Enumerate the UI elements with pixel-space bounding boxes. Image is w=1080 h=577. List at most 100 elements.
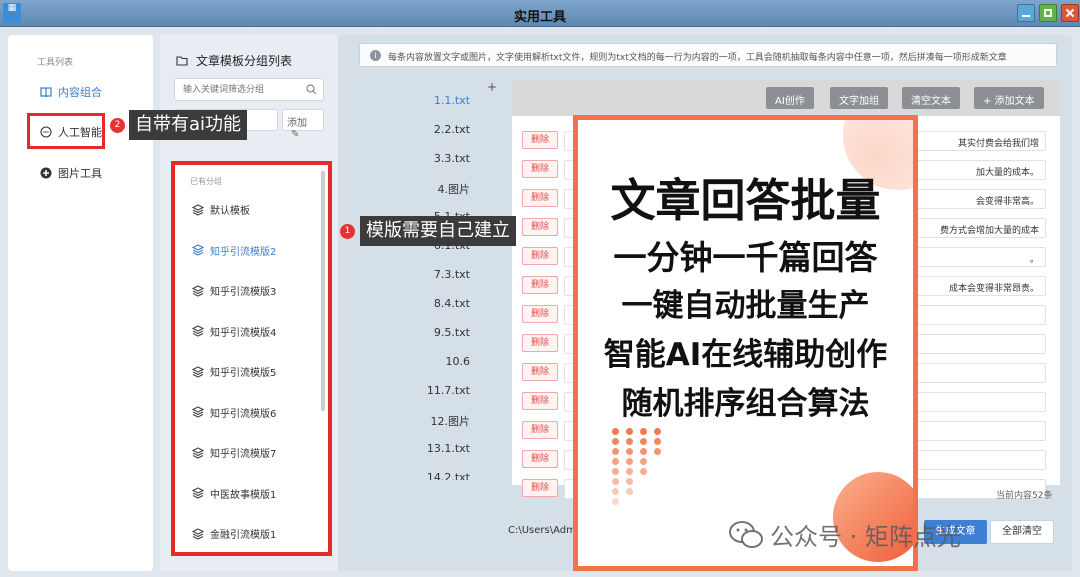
file-item[interactable]: 14.2.txt	[345, 471, 470, 480]
file-item[interactable]: 4.图片	[345, 181, 471, 197]
delete-row-button[interactable]: 删除	[522, 247, 558, 265]
close-button[interactable]	[1061, 4, 1079, 22]
window-title: 实用工具	[513, 10, 566, 25]
group-item[interactable]: 知乎引流模版7	[192, 445, 276, 460]
decorative-dot	[612, 458, 619, 465]
callout-number-2: 2	[110, 118, 125, 133]
decorative-dot	[612, 478, 619, 485]
decorative-dot	[626, 438, 633, 445]
decorative-dot	[612, 468, 619, 475]
group-list-scrollbar[interactable]	[321, 171, 325, 411]
group-item[interactable]: 中医故事模版1	[192, 486, 276, 501]
group-panel-title: 文章模板分组列表	[176, 52, 292, 69]
title-bar: ▦ 实用工具	[0, 0, 1080, 27]
decorative-dot	[654, 438, 661, 445]
delete-row-button[interactable]: 删除	[522, 363, 558, 381]
group-item-label: 中医故事模版1	[210, 489, 277, 501]
promo-line: 一分钟一千篇回答	[613, 238, 878, 277]
add-text-group-button[interactable]: 文字加组	[830, 87, 888, 109]
sidebar-heading: 工具列表	[37, 58, 74, 68]
minimize-button[interactable]	[1017, 4, 1035, 22]
file-item[interactable]: 11.7.txt	[345, 384, 470, 397]
file-item[interactable]: 10.6	[345, 355, 471, 368]
group-item-label: 知乎引流模版2	[210, 246, 277, 258]
group-item[interactable]: 默认模板	[192, 202, 250, 217]
pencil-icon: ✎	[291, 129, 300, 140]
file-item[interactable]: 3.3.txt	[345, 152, 470, 165]
content-count: 当前内容52条	[996, 491, 1053, 501]
file-item[interactable]: 1.1.txt	[345, 94, 470, 107]
file-item[interactable]: 8.4.txt	[345, 297, 470, 310]
sidebar-item-content-combo[interactable]: 内容组合	[40, 84, 102, 100]
group-item[interactable]: 知乎引流模版2	[192, 243, 276, 258]
decorative-dot	[654, 448, 661, 455]
promo-headline: 文章回答批量	[610, 174, 881, 227]
group-item[interactable]: 金融引流模版1	[192, 526, 276, 541]
group-item[interactable]: 知乎引流模版3	[192, 283, 276, 298]
decorative-dot	[612, 448, 619, 455]
callout-number-1: 1	[340, 224, 355, 239]
file-item[interactable]: 2.2.txt	[345, 123, 470, 136]
decorative-dot	[640, 438, 647, 445]
layers-icon	[192, 527, 204, 540]
decorative-dot	[612, 438, 619, 445]
file-list: 1.1.txt2.2.txt3.3.txt4.图片5.1.txt6.1.txt7…	[345, 76, 510, 480]
group-item[interactable]: 知乎引流模版6	[192, 405, 276, 420]
sidebar-item-image-tool[interactable]: 图片工具	[40, 165, 102, 181]
delete-row-button[interactable]: 删除	[522, 131, 558, 149]
group-list-heading: 已有分组	[190, 177, 222, 186]
delete-row-button[interactable]: 删除	[522, 479, 558, 497]
sidebar-item-label: 内容组合	[58, 86, 102, 99]
group-item-label: 知乎引流模版7	[210, 449, 277, 460]
watermark: 公众号 · 矩阵点光	[728, 517, 961, 552]
file-item[interactable]: 9.5.txt	[345, 326, 470, 339]
delete-row-button[interactable]: 删除	[522, 276, 558, 294]
delete-row-button[interactable]: 删除	[522, 392, 558, 410]
callout-ai-feature: 自带有ai功能	[129, 110, 248, 140]
delete-row-button[interactable]: 删除	[522, 160, 558, 178]
search-icon[interactable]	[306, 84, 317, 95]
decorative-dot	[612, 488, 619, 495]
sidebar-item-label: 图片工具	[58, 167, 102, 180]
promo-poster: 文章回答批量 一分钟一千篇回答 一键自动批量生产 智能AI在线辅助创作 随机排序…	[573, 115, 918, 571]
layers-icon	[192, 487, 204, 499]
promo-line: 一键自动批量生产	[621, 288, 870, 324]
file-item[interactable]: 13.1.txt	[345, 442, 470, 455]
group-item-label: 知乎引流模版4	[210, 327, 277, 339]
layers-icon	[192, 325, 204, 337]
delete-row-button[interactable]: 删除	[522, 450, 558, 468]
clear-text-button[interactable]: 清空文本	[902, 87, 960, 109]
decorative-dots	[612, 428, 672, 508]
delete-row-button[interactable]: 删除	[522, 305, 558, 323]
group-search-input[interactable]	[174, 78, 324, 101]
image-tool-icon	[40, 167, 52, 179]
delete-row-button[interactable]: 删除	[522, 189, 558, 207]
decorative-dot	[640, 458, 647, 465]
layers-icon	[192, 446, 204, 459]
file-item[interactable]: 12.图片	[345, 413, 471, 429]
ai-create-button[interactable]: AI创作	[766, 87, 814, 109]
decorative-dot	[626, 428, 633, 435]
decorative-dot	[626, 448, 633, 455]
delete-row-button[interactable]: 删除	[522, 421, 558, 439]
add-text-button[interactable]: + 添加文本	[974, 87, 1044, 109]
layers-icon	[192, 365, 204, 378]
output-path: C:\Users\Adm	[508, 525, 576, 536]
decorative-dot	[640, 468, 647, 475]
layers-icon	[192, 284, 204, 297]
add-group-button[interactable]: 添加 ✎	[282, 109, 324, 140]
decorative-dot	[626, 478, 633, 485]
promo-line: 智能AI在线辅助创作	[603, 337, 888, 373]
delete-row-button[interactable]: 删除	[522, 218, 558, 236]
decorative-dot	[626, 468, 633, 475]
decorative-dot	[640, 428, 647, 435]
file-item[interactable]: 7.3.txt	[345, 268, 470, 281]
wechat-icon	[729, 520, 763, 548]
group-item-label: 知乎引流模版3	[210, 287, 277, 298]
delete-row-button[interactable]: 删除	[522, 334, 558, 352]
group-item[interactable]: 知乎引流模版4	[192, 324, 276, 339]
clear-all-button[interactable]: 全部清空	[990, 520, 1054, 544]
group-item[interactable]: 知乎引流模版5	[192, 364, 276, 379]
group-item-label: 知乎引流模版5	[210, 368, 277, 379]
maximize-button[interactable]	[1039, 4, 1057, 22]
